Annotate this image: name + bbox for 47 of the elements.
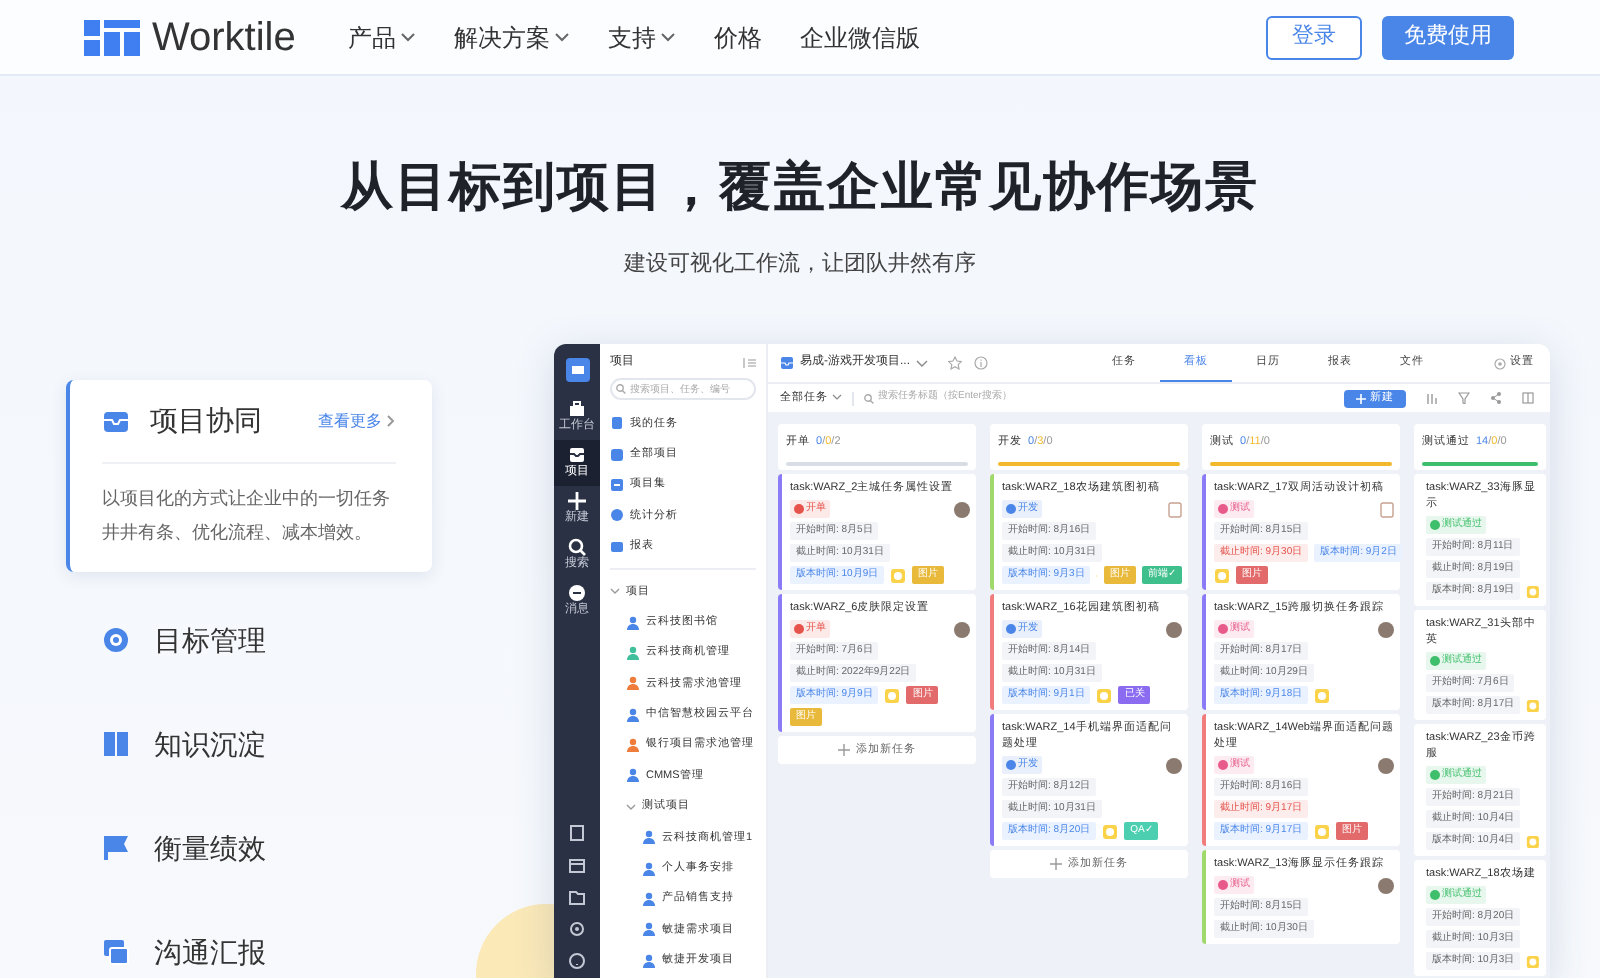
search-icon [616,384,626,394]
nav-link[interactable]: 价格 [713,19,762,55]
briefcase-icon [568,400,586,418]
hero-title: 从目标到项目，覆盖企业常见协作场景 [338,156,1261,216]
inbox-icon [780,356,794,370]
app-logo-icon [565,358,589,382]
feature-item[interactable]: 目标管理 [66,588,432,692]
plus-icon [1356,393,1366,403]
feature-item[interactable]: 衡量绩效 [66,796,432,900]
brand-name: Worktile [152,17,296,57]
plus-icon [568,492,586,510]
nav-link[interactable]: 企业微信版 [799,19,920,55]
chevron-right-icon [386,414,396,428]
hero-subtitle: 建设可视化工作流，让团队井然有序 [622,250,978,278]
document-icon [568,824,586,842]
view-more-link[interactable]: 查看更多 [318,409,396,433]
calendar-icon [568,856,586,874]
search-icon [864,393,874,403]
nav-link[interactable]: 产品 [347,19,416,55]
signup-button[interactable]: 免费使用 [1382,15,1514,59]
nav-link[interactable]: 支持 [607,19,676,55]
feature-item[interactable]: 知识沉淀 [66,692,432,796]
folder-icon [568,888,586,906]
chevron-down-icon [916,359,928,367]
feature-description: 以项目化的方式让企业中的一切任务井井有条、优化流程、减本增效。 [102,486,392,546]
sort-icon [1426,392,1438,404]
target-icon [102,626,130,654]
nav-link[interactable]: 解决方案 [453,19,570,55]
share-icon [1490,392,1502,404]
collapse-icon [742,358,756,368]
plus-icon [838,744,850,756]
feature-title: 项目协同 [150,402,262,440]
filter-icon [1458,392,1470,404]
feature-item[interactable]: 沟通汇报 [66,900,432,978]
search-icon [568,538,586,556]
star-icon [948,356,962,370]
inbox-icon [568,446,586,464]
columns-icon [1522,392,1534,404]
logo-icon [84,19,140,55]
info-icon [974,356,988,370]
flag-icon [102,834,130,862]
book-icon [102,730,130,758]
feature-card[interactable]: 项目协同 查看更多 以项目化的方式让企业中的一切任务井井有条、优化流程、减本增效。 [66,380,432,572]
plus-icon [1050,858,1062,870]
login-button[interactable]: 登录 [1266,15,1362,59]
inbox-icon [102,407,130,435]
chevron-down-icon [832,394,842,402]
